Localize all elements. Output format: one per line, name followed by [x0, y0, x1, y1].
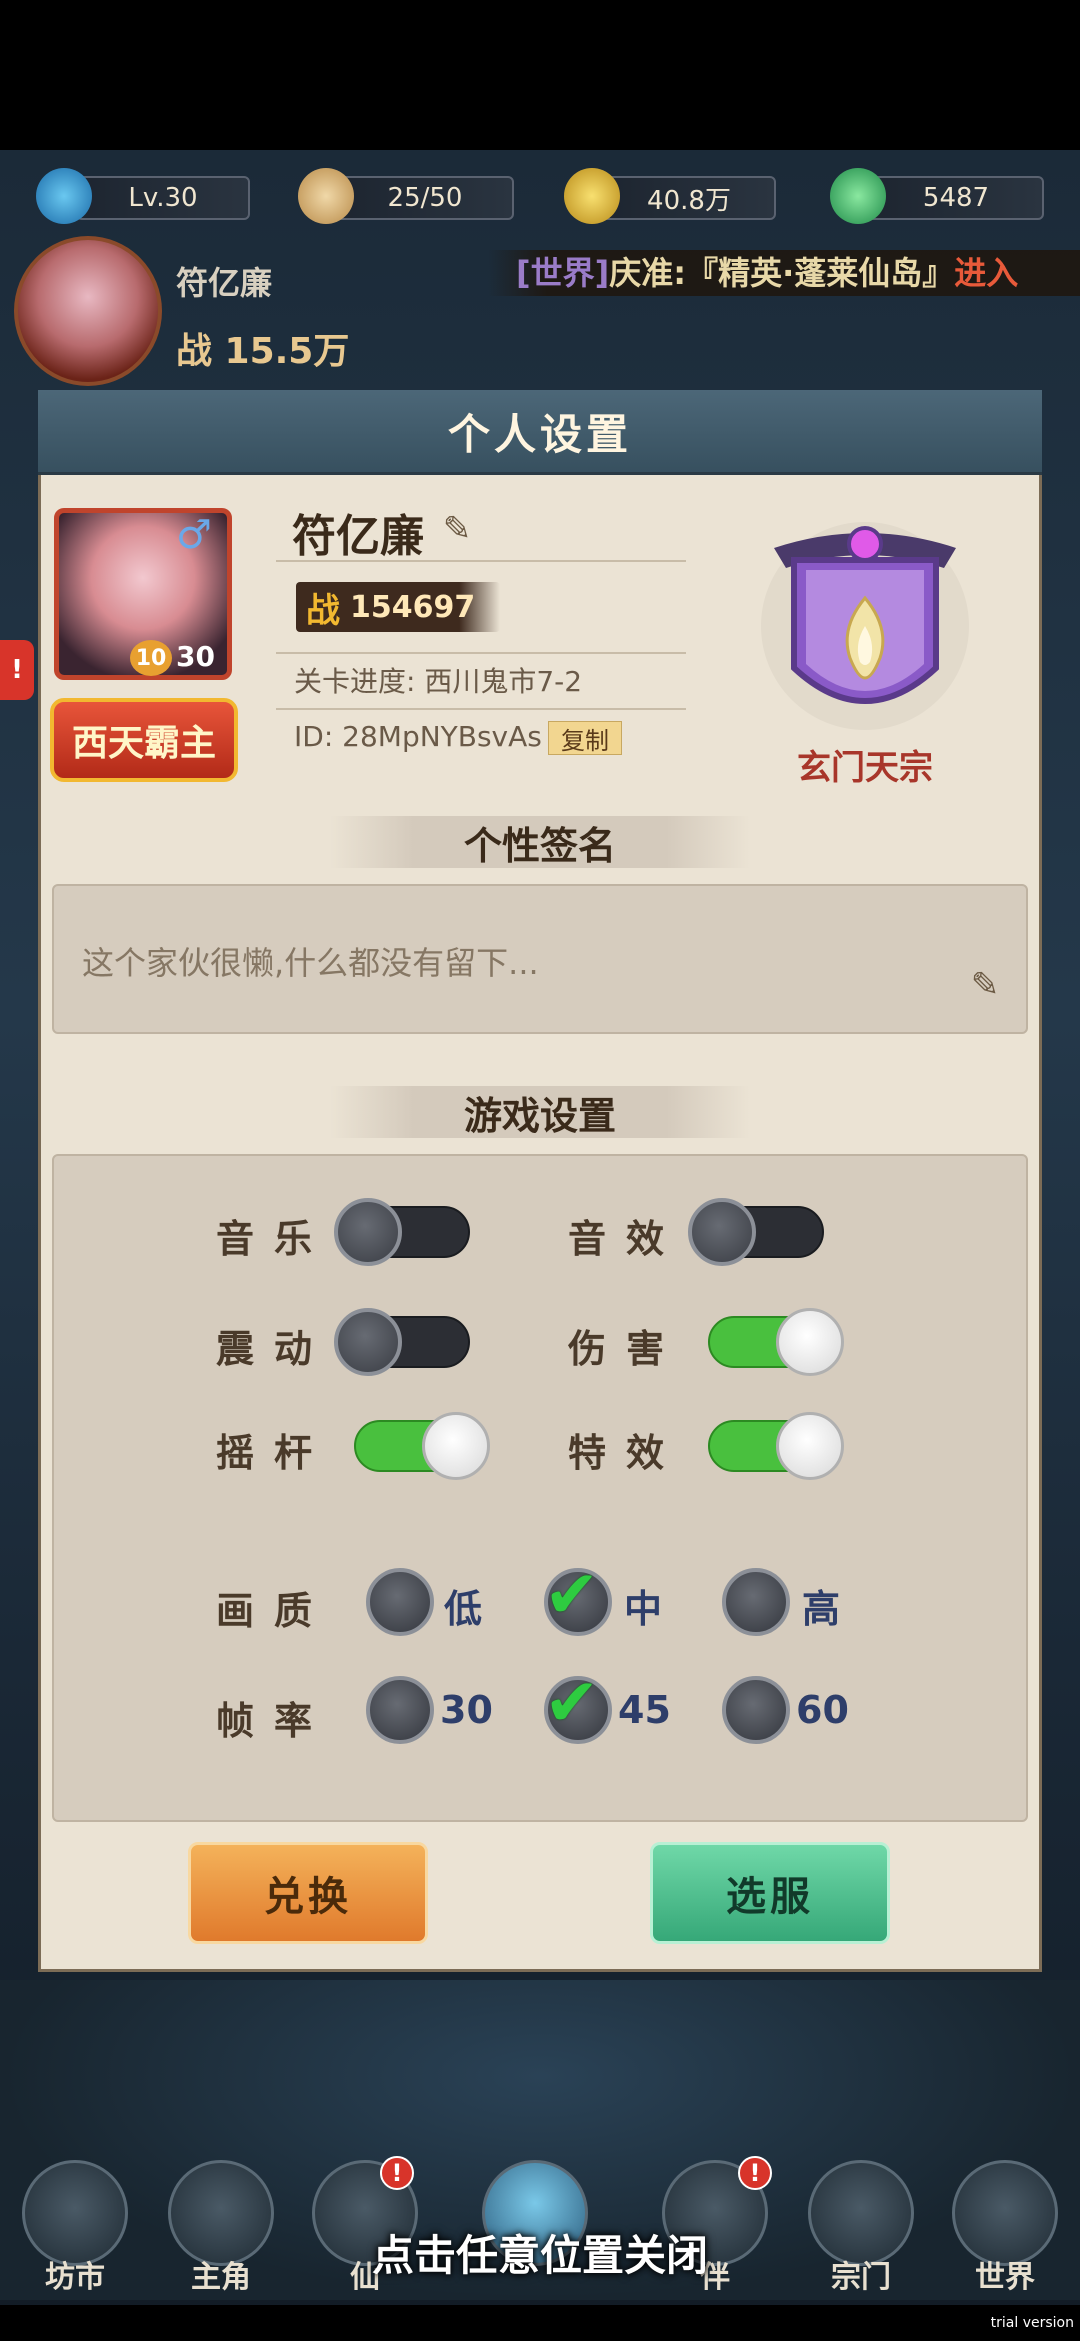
fps-60-radio[interactable] [722, 1676, 790, 1744]
ticker-channel: [世界] [516, 254, 610, 292]
world-ticker[interactable]: [世界]庆准:『精英·蓬莱仙岛』进入 [488, 250, 1080, 296]
effects-label: 特效 [568, 1431, 685, 1475]
music-toggle[interactable] [334, 1198, 470, 1266]
toggle-knob [776, 1308, 844, 1376]
joystick-toggle[interactable] [354, 1412, 490, 1480]
player-name: 符亿廉 [176, 264, 273, 302]
fps-60-label: 60 [796, 1688, 849, 1732]
status-bar-area [0, 0, 1080, 150]
damage-toggle[interactable] [708, 1308, 844, 1376]
male-icon: ♂ [176, 512, 212, 558]
sect-emblem-icon[interactable] [754, 508, 976, 734]
avatar-stars: 30 [176, 640, 215, 673]
check-icon: ✔ [544, 1664, 600, 1741]
divider [276, 708, 686, 710]
sfx-toggle[interactable] [688, 1198, 824, 1266]
nav-badge: ! [738, 2156, 772, 2190]
level-display: Lv.30 [76, 176, 250, 220]
fps-30-radio[interactable] [366, 1676, 434, 1744]
jade-display[interactable]: 5487 [868, 176, 1044, 220]
effects-toggle[interactable] [708, 1412, 844, 1480]
quality-mid-label: 中 [624, 1587, 663, 1631]
quality-low-label: 低 [444, 1587, 483, 1631]
fps-30-label: 30 [440, 1688, 493, 1732]
watermark: trial version [990, 2315, 1074, 2331]
quality-high-label: 高 [802, 1587, 841, 1631]
copy-id-button[interactable]: 复制 [548, 721, 622, 755]
bun-icon [298, 168, 354, 224]
edit-signature-icon[interactable]: ✎ [960, 960, 1010, 1010]
quality-label: 画质 [216, 1589, 333, 1633]
signature-header: 个性签名 [330, 816, 750, 868]
toggle-knob [688, 1198, 756, 1266]
framerate-label: 帧率 [216, 1699, 333, 1743]
toggle-knob [334, 1198, 402, 1266]
player-power: 战 15.5万 [176, 331, 350, 372]
level-text: Lv.30 [128, 183, 198, 213]
side-alert-badge[interactable]: ! [0, 640, 34, 700]
sfx-label: 音效 [568, 1217, 685, 1261]
nav-badge: ! [380, 2156, 414, 2190]
jade-icon [830, 168, 886, 224]
vibration-toggle[interactable] [334, 1308, 470, 1376]
redeem-button[interactable]: 兑换 [188, 1842, 428, 1944]
damage-label: 伤害 [568, 1327, 685, 1371]
profile-name: 符亿廉 [292, 511, 424, 562]
player-id: ID: 28MpNYBsvAs [294, 720, 542, 753]
vibration-label: 震动 [216, 1327, 333, 1371]
avatar-level-badge: 10 [130, 640, 172, 676]
stamina-text: 25/50 [387, 183, 463, 213]
power-label: 战 [306, 590, 340, 631]
power-value: 154697 [350, 589, 476, 625]
select-server-button[interactable]: 选服 [650, 1842, 890, 1944]
toggle-knob [776, 1412, 844, 1480]
close-hint[interactable]: 点击任意位置关闭 [0, 2222, 1080, 2283]
joystick-label: 摇杆 [216, 1431, 333, 1475]
player-avatar[interactable] [14, 236, 162, 386]
coins-display[interactable]: 40.8万 [602, 176, 776, 220]
music-label: 音乐 [216, 1217, 333, 1261]
edit-name-icon[interactable]: ✎ [432, 504, 482, 554]
ticker-link[interactable]: 进入 [954, 254, 1018, 292]
jade-text: 5487 [922, 183, 990, 213]
stage-progress: 关卡进度: 西川鬼市7-2 [294, 665, 583, 698]
quality-low-radio[interactable] [366, 1568, 434, 1636]
title-badge[interactable]: 西天霸主 [50, 698, 238, 782]
coin-icon [564, 168, 620, 224]
signature-text: 这个家伙很懒,什么都没有留下... [82, 944, 539, 982]
ticker-text: 庆准:『精英·蓬莱仙岛』 [609, 254, 955, 292]
game-settings-header: 游戏设置 [330, 1086, 750, 1138]
exp-icon [36, 168, 92, 224]
stamina-display[interactable]: 25/50 [336, 176, 514, 220]
divider [276, 560, 686, 562]
game-screen: Lv.30 25/50 40.8万 5487 符亿廉 战 15.5万 [世界]庆… [0, 0, 1080, 2341]
quality-high-radio[interactable] [722, 1568, 790, 1636]
toggle-knob [334, 1308, 402, 1376]
profile-power: 战 154697 [296, 582, 500, 632]
game-settings-box [52, 1154, 1028, 1822]
sect-name: 玄门天宗 [797, 748, 933, 788]
toggle-knob [422, 1412, 490, 1480]
panel-title: 个人设置 [38, 390, 1042, 475]
fps-45-label: 45 [618, 1688, 671, 1732]
coins-text: 40.8万 [647, 185, 731, 216]
check-icon: ✔ [544, 1556, 600, 1633]
divider [276, 652, 686, 654]
